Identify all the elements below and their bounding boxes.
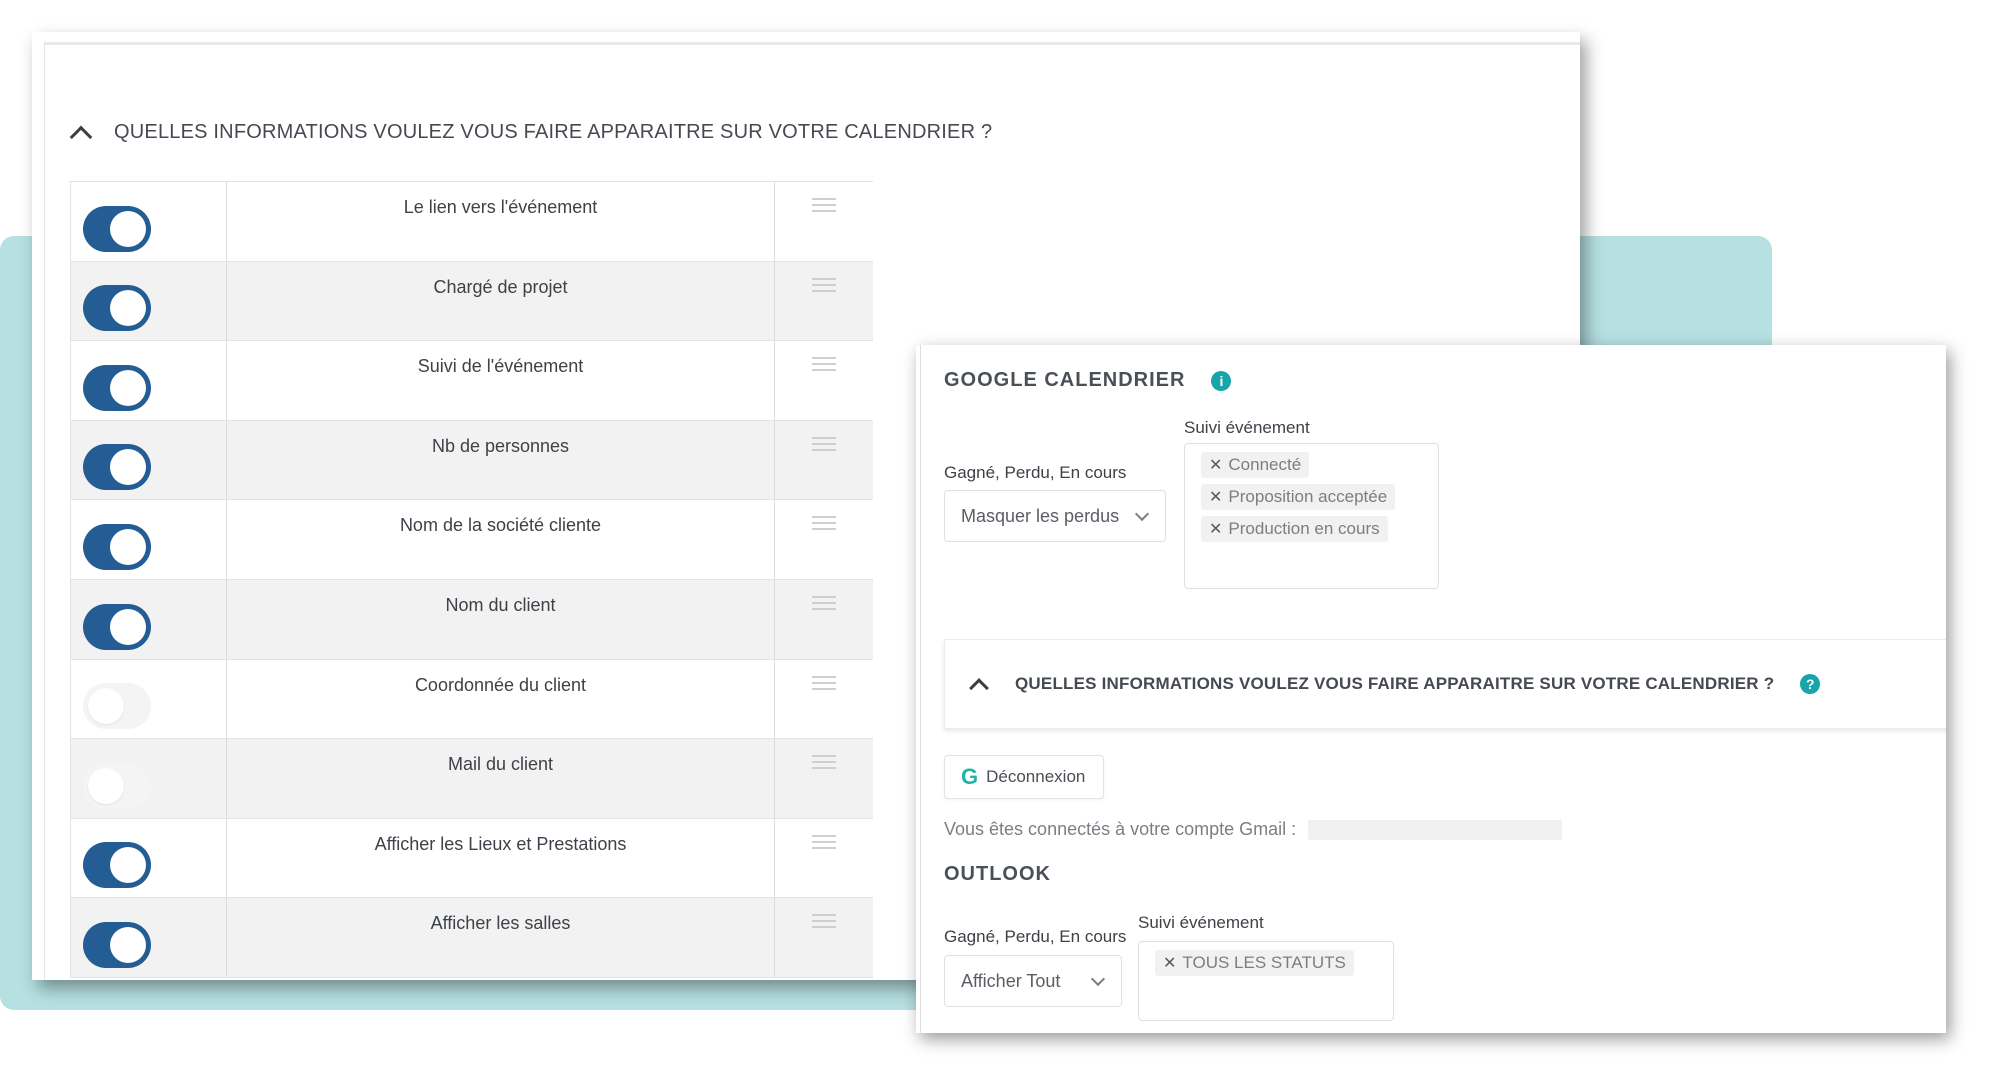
field-toggle[interactable] [83,603,151,650]
google-section-header: GOOGLE CALENDRIER i [944,369,1232,392]
panel-title: QUELLES INFORMATIONS VOULEZ VOUS FAIRE A… [114,120,993,143]
remove-tag-icon[interactable]: ✕ [1163,953,1176,973]
outlook-status-value: Afficher Tout [961,970,1061,991]
drag-handle-icon[interactable] [812,357,836,372]
remove-tag-icon[interactable]: ✕ [1209,455,1222,475]
drag-handle-icon[interactable] [812,834,836,849]
field-label: Chargé de projet [227,261,775,341]
outlook-tracking-tags[interactable]: ✕ TOUS LES STATUTS [1138,941,1394,1021]
field-label: Afficher les salles [227,898,775,977]
outlook-title: OUTLOOK [944,863,1051,885]
sync-settings-panel: GOOGLE CALENDRIER i Suivi événement Gagn… [916,345,1946,1033]
field-toggle[interactable] [83,921,151,968]
drag-handle-icon[interactable] [812,675,836,690]
field-toggle[interactable] [83,762,151,809]
field-toggle[interactable] [83,683,151,730]
google-status-label: Gagné, Perdu, En cours [944,463,1127,482]
field-label: Mail du client [227,739,775,818]
disconnect-button[interactable]: G Déconnexion [944,755,1104,799]
drag-handle-icon[interactable] [812,914,836,929]
field-label: Coordonnée du client [227,659,775,739]
table-row: Le lien vers l'événement [71,182,873,262]
gmail-connected-text: Vous êtes connectés à votre compte Gmail… [944,819,1297,839]
drag-handle-icon[interactable] [812,436,836,451]
remove-tag-icon[interactable]: ✕ [1209,519,1222,539]
drag-handle-icon[interactable] [812,198,836,212]
collapse-title: QUELLES INFORMATIONS VOULEZ VOUS FAIRE A… [1015,674,1775,693]
help-icon[interactable]: ? [1800,674,1821,694]
google-title: GOOGLE CALENDRIER [944,369,1186,391]
field-toggle[interactable] [83,205,151,252]
outlook-status-select[interactable]: Afficher Tout [944,955,1122,1007]
google-tracking-label: Suivi événement [1184,418,1310,437]
table-row: Nb de personnes [71,420,873,501]
field-label: Afficher les Lieux et Prestations [227,818,775,898]
table-row: Suivi de l'événement [71,341,873,421]
field-toggle[interactable] [83,842,151,889]
panel-left-border [920,345,921,1033]
google-status-select[interactable]: Masquer les perdus [944,490,1166,542]
drag-handle-icon[interactable] [812,516,836,531]
table-row: Chargé de projet [71,261,873,342]
field-label: Nom du client [227,579,775,659]
outlook-tracking-label: Suivi événement [1138,913,1264,932]
drag-handle-icon[interactable] [812,755,836,770]
field-label: Suivi de l'événement [227,341,775,420]
chevron-up-icon[interactable] [70,122,90,142]
remove-tag-icon[interactable]: ✕ [1209,487,1222,507]
table-row: Mail du client [71,739,873,819]
chevron-up-icon[interactable] [969,674,989,694]
outlook-section-header: OUTLOOK [944,863,1051,886]
field-toggle[interactable] [83,364,151,411]
chevron-down-icon [1090,971,1106,987]
chevron-down-icon [1134,506,1150,522]
tracking-tag[interactable]: ✕ Proposition acceptée [1201,484,1396,510]
disconnect-label: Déconnexion [986,767,1086,786]
field-label: Nb de personnes [227,420,775,500]
tracking-tag[interactable]: ✕ Connecté [1201,452,1310,478]
panel-left-border [44,42,45,980]
google-icon: G [961,764,979,789]
panel-header[interactable]: QUELLES INFORMATIONS VOULEZ VOUS FAIRE A… [70,86,992,178]
table-row: Coordonnée du client [71,659,873,740]
drag-handle-icon[interactable] [812,595,836,610]
field-label: Nom de la société cliente [227,500,775,579]
google-tracking-tags[interactable]: ✕ Connecté ✕ Proposition acceptée ✕ Product… [1184,443,1439,589]
field-toggle[interactable] [83,444,151,491]
fields-table: Le lien vers l'événement Chargé de proje… [70,181,873,978]
table-row: Afficher les Lieux et Prestations [71,818,873,899]
field-label: Le lien vers l'événement [227,182,775,261]
table-row: Afficher les salles [71,898,873,978]
calendar-info-collapse[interactable]: QUELLES INFORMATIONS VOULEZ VOUS FAIRE A… [944,639,1946,729]
panel-top-border [44,42,1580,45]
table-row: Nom du client [71,579,873,660]
info-icon[interactable]: i [1211,370,1232,391]
google-status-value: Masquer les perdus [961,505,1120,526]
field-toggle[interactable] [83,523,151,570]
outlook-status-label: Gagné, Perdu, En cours [944,927,1127,946]
tracking-tag[interactable]: ✕ TOUS LES STATUTS [1155,950,1354,976]
field-toggle[interactable] [83,285,151,332]
drag-handle-icon[interactable] [812,277,836,292]
table-row: Nom de la société cliente [71,500,873,580]
tracking-tag[interactable]: ✕ Production en cours [1201,516,1388,542]
gmail-connection-status: Vous êtes connectés à votre compte Gmail… [944,819,1563,840]
redacted-email [1308,819,1563,840]
